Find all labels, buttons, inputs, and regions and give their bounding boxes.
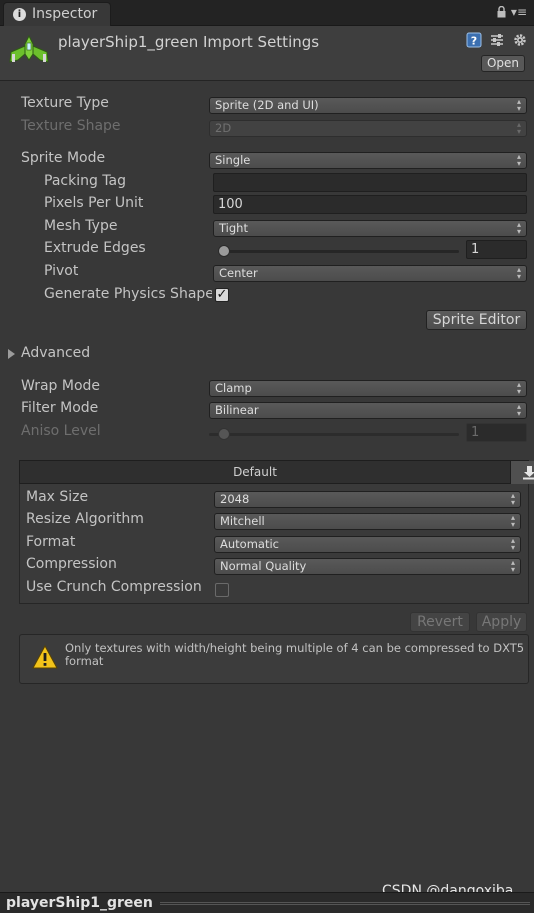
pixels-per-unit-input[interactable]: 100: [213, 195, 527, 214]
wrap-mode-label: Wrap Mode: [21, 378, 101, 394]
format-dropdown[interactable]: Automatic ▴ ▾: [214, 536, 521, 553]
compression-dropdown[interactable]: Normal Quality ▴ ▾: [214, 558, 521, 575]
dropdown-arrow-icon: ▴ ▾: [510, 491, 515, 507]
extrude-edges-label: Extrude Edges: [44, 240, 146, 256]
aniso-level-input: 1: [466, 423, 527, 442]
dropdown-arrow-icon: ▴ ▾: [510, 558, 515, 574]
asset-name: playerShip1_green: [6, 895, 153, 911]
pivot-value: Center: [219, 266, 258, 280]
platform-tab-bar: Default: [19, 460, 534, 484]
dropdown-arrow-icon: ▴ ▾: [516, 402, 521, 418]
packing-tag-input[interactable]: [213, 173, 527, 192]
format-value: Automatic: [220, 537, 279, 551]
texture-shape-value: 2D: [215, 121, 232, 135]
pivot-dropdown[interactable]: Center ▴ ▾: [213, 265, 527, 282]
texture-shape-label: Texture Shape: [21, 118, 121, 134]
pixels-per-unit-label: Pixels Per Unit: [44, 195, 144, 211]
dropdown-arrow-icon: ▴ ▾: [516, 152, 521, 168]
aniso-level-slider-thumb: [218, 428, 230, 440]
compression-label: Compression: [26, 556, 117, 572]
tab-default[interactable]: Default: [20, 465, 490, 479]
resize-algorithm-value: Mitchell: [220, 514, 265, 528]
tab-menu-icon[interactable]: ▾≡: [511, 5, 527, 19]
platform-download-button[interactable]: [510, 461, 534, 484]
dropdown-arrow-icon: ▴ ▾: [516, 380, 521, 396]
filter-mode-label: Filter Mode: [21, 400, 99, 416]
aniso-level-slider-track: [209, 433, 459, 436]
compression-warning-box: Only textures with width/height being mu…: [19, 634, 529, 684]
lock-icon[interactable]: [497, 6, 506, 18]
dropdown-arrow-icon: ▴ ▾: [510, 536, 515, 552]
dropdown-arrow-icon: ▴ ▾: [516, 97, 521, 113]
packing-tag-label: Packing Tag: [44, 173, 126, 189]
generate-physics-shape-checkbox[interactable]: ✓: [215, 288, 229, 302]
max-size-label: Max Size: [26, 489, 89, 505]
crunch-compression-checkbox[interactable]: [215, 583, 229, 597]
pivot-label: Pivot: [44, 263, 79, 279]
import-settings-title: playerShip1_green Import Settings: [58, 33, 320, 51]
max-size-dropdown[interactable]: 2048 ▴ ▾: [214, 491, 521, 508]
tab-inspector-label: Inspector: [32, 6, 98, 22]
inspector-header: playerShip1_green Import Settings ? Open: [0, 26, 534, 81]
dropdown-arrow-icon: ▴ ▾: [516, 265, 521, 281]
download-icon: [523, 466, 534, 480]
format-label: Format: [26, 534, 76, 550]
tab-bar: i Inspector ▾≡: [0, 0, 534, 26]
texture-shape-dropdown: 2D ▴ ▾: [209, 120, 527, 137]
preview-resize-handle[interactable]: [160, 902, 530, 905]
warning-message: Only textures with width/height being mu…: [65, 641, 525, 668]
resize-algorithm-dropdown[interactable]: Mitchell ▴ ▾: [214, 513, 521, 530]
filter-mode-value: Bilinear: [215, 403, 259, 417]
crunch-compression-label: Use Crunch Compression: [26, 579, 202, 595]
gear-icon[interactable]: [512, 32, 528, 48]
svg-text:?: ?: [471, 35, 477, 48]
extrude-edges-input[interactable]: 1: [466, 240, 527, 259]
extrude-edges-slider-track[interactable]: [219, 250, 459, 253]
max-size-value: 2048: [220, 492, 250, 506]
dropdown-arrow-icon: ▴ ▾: [510, 513, 515, 529]
resize-algorithm-label: Resize Algorithm: [26, 511, 144, 527]
presets-icon[interactable]: [489, 32, 505, 48]
compression-value: Normal Quality: [220, 559, 307, 573]
mesh-type-dropdown[interactable]: Tight ▴ ▾: [213, 220, 527, 237]
mesh-type-value: Tight: [219, 221, 248, 235]
sprite-editor-button[interactable]: Sprite Editor: [426, 310, 527, 330]
aniso-level-label: Aniso Level: [21, 423, 101, 439]
sprite-mode-value: Single: [215, 153, 251, 167]
dropdown-arrow-icon: ▴ ▾: [516, 120, 521, 136]
extrude-edges-slider-thumb[interactable]: [217, 245, 230, 257]
warning-icon: [32, 645, 58, 669]
texture-type-dropdown[interactable]: Sprite (2D and UI) ▴ ▾: [209, 97, 527, 114]
dropdown-arrow-icon: ▴ ▾: [516, 220, 521, 236]
mesh-type-label: Mesh Type: [44, 218, 118, 234]
sprite-mode-label: Sprite Mode: [21, 150, 106, 166]
wrap-mode-dropdown[interactable]: Clamp ▴ ▾: [209, 380, 527, 397]
tab-inspector[interactable]: i Inspector: [3, 2, 111, 26]
info-icon: i: [13, 8, 26, 21]
open-button[interactable]: Open: [481, 55, 525, 72]
wrap-mode-value: Clamp: [215, 381, 252, 395]
texture-type-label: Texture Type: [21, 95, 109, 111]
player-ship-sprite-icon: [9, 34, 49, 63]
apply-button[interactable]: Apply: [476, 612, 527, 632]
advanced-foldout-label[interactable]: Advanced: [21, 345, 90, 361]
revert-button[interactable]: Revert: [410, 612, 470, 632]
filter-mode-dropdown[interactable]: Bilinear ▴ ▾: [209, 402, 527, 419]
sprite-mode-dropdown[interactable]: Single ▴ ▾: [209, 152, 527, 169]
foldout-arrow-icon[interactable]: [8, 349, 15, 359]
help-icon[interactable]: ?: [466, 32, 482, 48]
generate-physics-shape-label: Generate Physics Shape: [44, 286, 212, 302]
asset-footer-bar: playerShip1_green: [0, 892, 534, 913]
texture-type-value: Sprite (2D and UI): [215, 98, 319, 112]
